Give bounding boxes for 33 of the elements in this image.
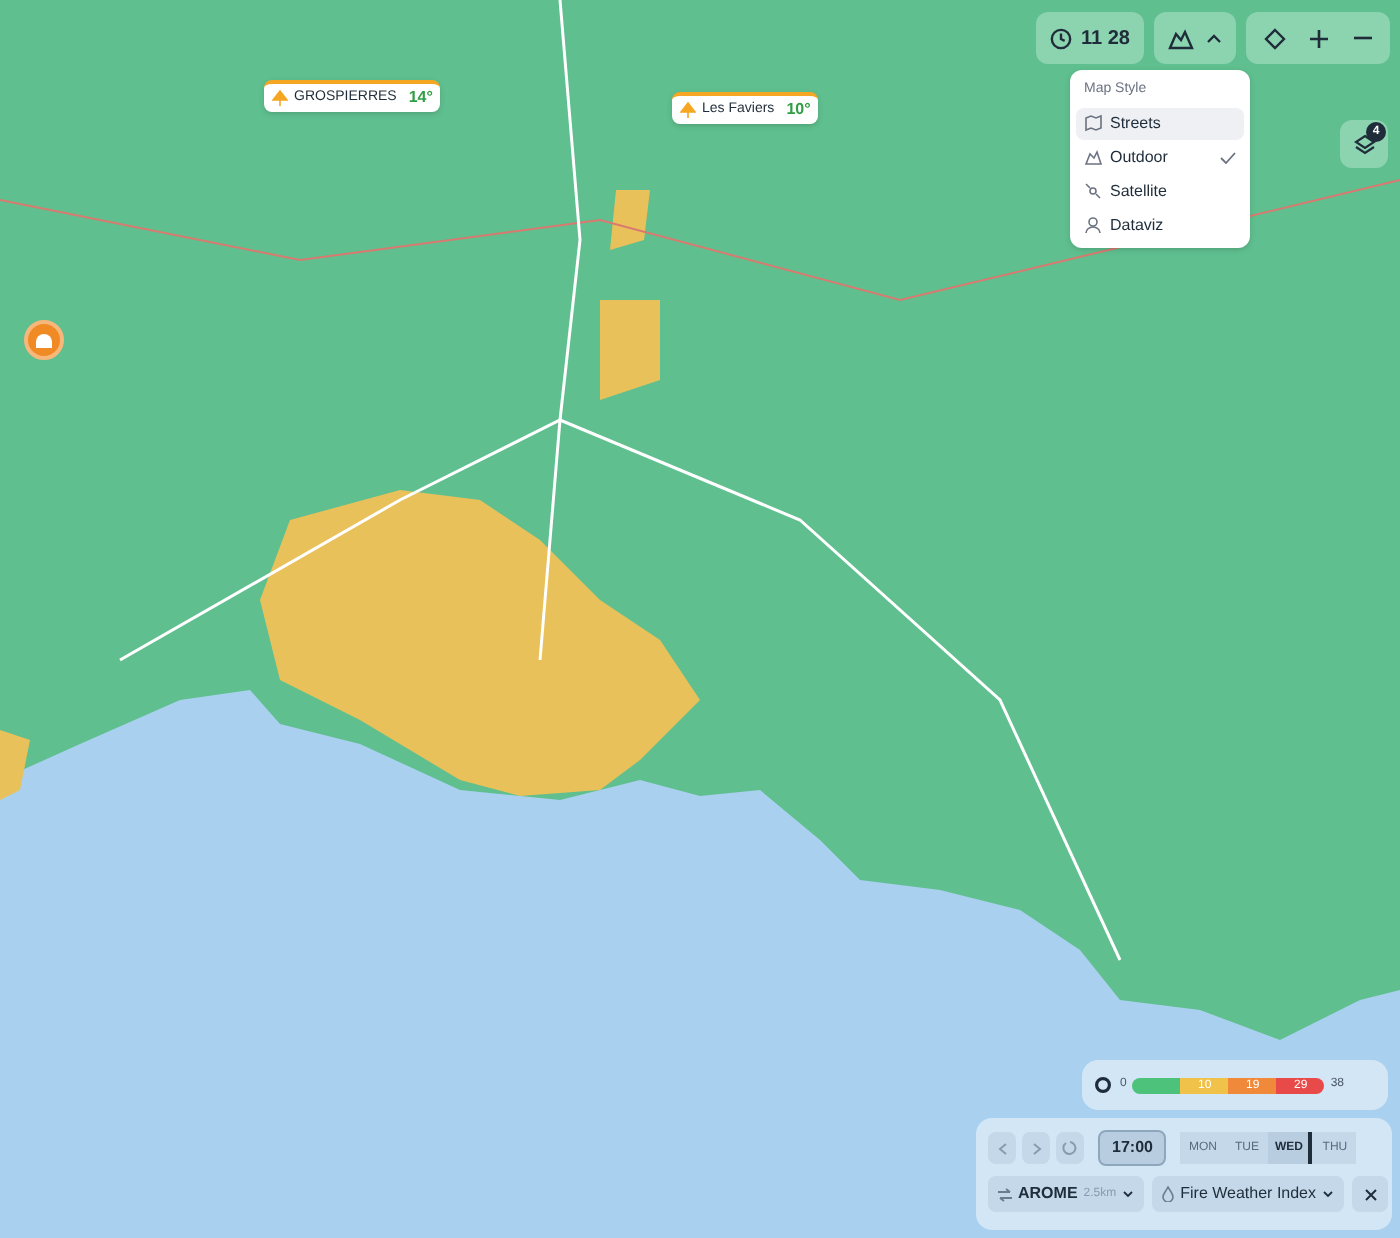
model-name: AROME <box>1018 1182 1078 1206</box>
close-icon <box>1363 1187 1378 1201</box>
temperature: 10° <box>786 98 811 122</box>
index-dropdown[interactable]: Fire Weather Index <box>1152 1176 1345 1212</box>
plus-icon <box>1309 29 1327 47</box>
chevron-right-icon <box>1031 1141 1041 1155</box>
chevron-left-icon <box>997 1141 1007 1155</box>
mountain-icon <box>1084 148 1102 166</box>
swap-icon <box>998 1187 1012 1201</box>
scale-segment <box>1132 1077 1181 1093</box>
chevron-down-icon <box>1122 1190 1135 1198</box>
crosshair-icon <box>1263 27 1285 49</box>
target-icon <box>1094 1076 1112 1094</box>
temperature: 14° <box>408 86 433 110</box>
close-button[interactable] <box>1352 1176 1389 1212</box>
clock-icon <box>1049 27 1072 49</box>
person-icon <box>1084 216 1102 234</box>
menu-item[interactable]: Outdoor <box>1076 141 1244 173</box>
chevron-up-icon <box>1206 32 1222 44</box>
reset-icon <box>1062 1140 1078 1156</box>
time-field[interactable]: 17:00 <box>1098 1130 1167 1166</box>
chevron-down-icon <box>1322 1190 1335 1198</box>
minus-icon <box>1353 36 1371 40</box>
menu-item[interactable]: Dataviz <box>1076 209 1244 241</box>
map-icon <box>1084 114 1102 132</box>
mountain-icon <box>1168 27 1194 49</box>
tree-icon <box>680 102 696 118</box>
map-style-button[interactable] <box>1154 12 1236 64</box>
layers-icon <box>1353 133 1375 155</box>
time-button[interactable]: 11 28 <box>1035 12 1144 64</box>
menu-item[interactable]: Satellite <box>1076 175 1244 207</box>
tree-icon <box>272 90 288 106</box>
menu-item[interactable]: Streets <box>1076 107 1244 139</box>
